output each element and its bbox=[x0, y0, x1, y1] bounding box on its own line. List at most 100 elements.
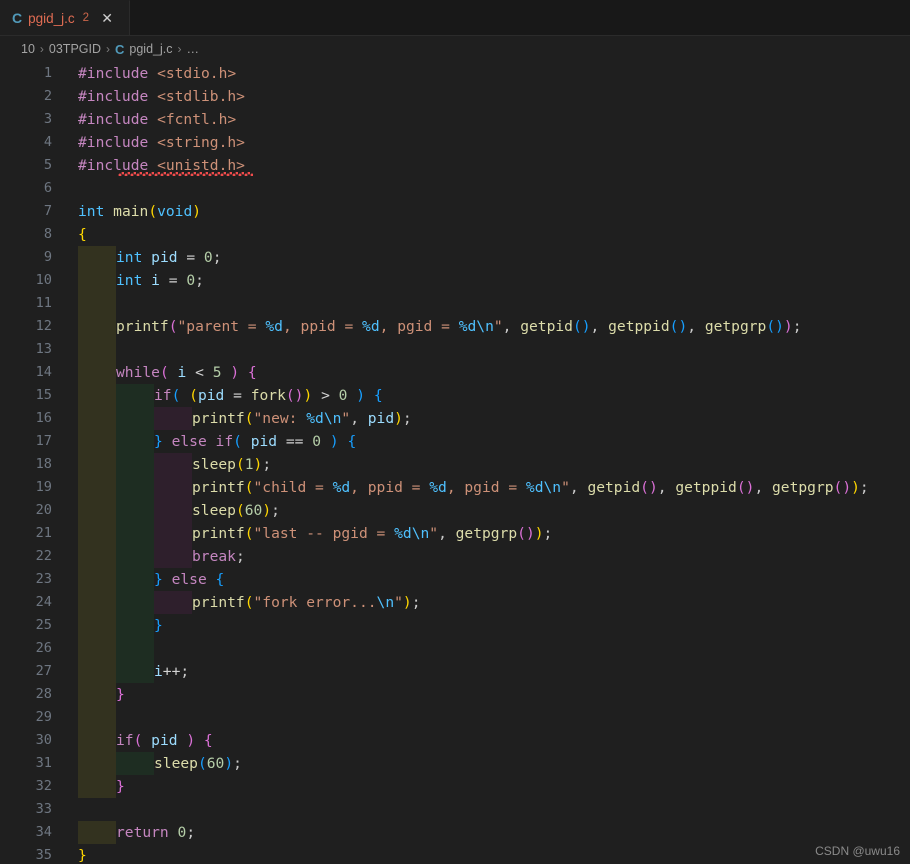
token: ; bbox=[233, 755, 242, 772]
code-line[interactable]: 5 #include <unistd.h> bbox=[0, 154, 910, 177]
indent-guide bbox=[78, 338, 116, 361]
code-line[interactable]: 28} bbox=[0, 683, 910, 706]
token: "last -- pgid = bbox=[253, 525, 395, 542]
code-line[interactable]: 27 i++; bbox=[0, 660, 910, 683]
code-line[interactable]: 13 bbox=[0, 338, 910, 361]
token: #include bbox=[78, 134, 158, 151]
token: ( bbox=[244, 479, 254, 496]
token: < bbox=[195, 364, 204, 381]
code-text: return 0; bbox=[116, 821, 195, 844]
code-line[interactable]: 11 bbox=[0, 292, 910, 315]
token: \n bbox=[323, 410, 342, 427]
indent-guide bbox=[116, 591, 154, 614]
token: getpid bbox=[587, 479, 641, 496]
token: ; bbox=[262, 456, 272, 473]
token: ; bbox=[186, 824, 196, 841]
code-line[interactable]: 9 int pid = 0; bbox=[0, 246, 910, 269]
token: , bbox=[687, 318, 705, 335]
code-line[interactable]: 7 int main(void) bbox=[0, 200, 910, 223]
code-line[interactable]: 4 #include <string.h> bbox=[0, 131, 910, 154]
line-number: 1 bbox=[43, 65, 52, 81]
token: ) bbox=[775, 318, 784, 335]
code-line[interactable]: 20 sleep(60); bbox=[0, 499, 910, 522]
token: ; bbox=[411, 594, 421, 611]
breadcrumb-item-folder-03tpgid[interactable]: 03TPGID bbox=[49, 42, 101, 56]
code-line[interactable]: 26 bbox=[0, 637, 910, 660]
token: int bbox=[78, 203, 105, 220]
token: "new: bbox=[253, 410, 307, 427]
code-text: printf("last -- pgid = %d\n", getpgrp())… bbox=[192, 522, 552, 545]
code-line[interactable]: 1 #include <stdio.h> bbox=[0, 62, 910, 85]
code-line[interactable]: 14 while( i < 5 ) { bbox=[0, 361, 910, 384]
code-line[interactable]: 12 printf("parent = %d, ppid = %d, pgid =… bbox=[0, 315, 910, 338]
breadcrumb-item-file[interactable]: pgid_j.c bbox=[129, 42, 172, 56]
token: ( bbox=[244, 410, 254, 427]
token: ) bbox=[581, 318, 591, 335]
close-icon[interactable]: ✕ bbox=[99, 11, 115, 25]
code-line[interactable]: 35} bbox=[0, 844, 910, 864]
token: ) bbox=[224, 755, 234, 772]
code-line[interactable]: 31 sleep(60); bbox=[0, 752, 910, 775]
code-line[interactable]: 3 #include <fcntl.h> bbox=[0, 108, 910, 131]
line-number: 34 bbox=[35, 824, 52, 840]
token: , bbox=[438, 525, 456, 542]
breadcrumb-item-symbols[interactable]: … bbox=[187, 42, 200, 56]
tab-pgid-j-c[interactable]: C pgid_j.c 2 ✕ bbox=[0, 0, 130, 35]
indent-guide bbox=[78, 361, 116, 384]
token: ) bbox=[648, 479, 658, 496]
indent-guide bbox=[116, 499, 154, 522]
token: "parent = bbox=[177, 318, 266, 335]
code-line[interactable]: 18 sleep(1); bbox=[0, 453, 910, 476]
token: if bbox=[154, 387, 172, 404]
code-line[interactable]: 6 bbox=[0, 177, 910, 200]
code-line[interactable]: 17} else if( pid == 0 ) { bbox=[0, 430, 910, 453]
code-line[interactable]: 2 #include <stdlib.h> bbox=[0, 85, 910, 108]
code-line[interactable]: 10 int i = 0; bbox=[0, 269, 910, 292]
code-line[interactable]: 16 printf("new: %d\n", pid); bbox=[0, 407, 910, 430]
line-number: 25 bbox=[35, 617, 52, 633]
code-line[interactable]: 25} bbox=[0, 614, 910, 637]
code-line[interactable]: 34 return 0; bbox=[0, 821, 910, 844]
token: i bbox=[151, 272, 160, 289]
indent-guide bbox=[78, 453, 116, 476]
code-line[interactable]: 32} bbox=[0, 775, 910, 798]
token: ; bbox=[402, 410, 412, 427]
code-text: if( (pid = fork()) > 0 ) { bbox=[154, 384, 383, 407]
code-line[interactable]: 30 if( pid ) { bbox=[0, 729, 910, 752]
code-line[interactable]: 19 printf("child = %d, ppid = %d, pgid = … bbox=[0, 476, 910, 499]
tab-bar-empty-area bbox=[130, 0, 910, 35]
token: if bbox=[116, 732, 134, 749]
code-line[interactable]: 21 printf("last -- pgid = %d\n", getpgrp(… bbox=[0, 522, 910, 545]
code-line[interactable]: 29 bbox=[0, 706, 910, 729]
token: ) bbox=[329, 433, 339, 450]
code-line[interactable]: 33 bbox=[0, 798, 910, 821]
indent-guide bbox=[154, 476, 192, 499]
token: } bbox=[78, 847, 87, 864]
breadcrumb-item-folder-10[interactable]: 10 bbox=[21, 42, 35, 56]
token: getpid bbox=[520, 318, 573, 335]
code-line[interactable]: 24 printf("fork error...\n"); bbox=[0, 591, 910, 614]
code-line[interactable]: 23} else { bbox=[0, 568, 910, 591]
token: ( bbox=[244, 594, 254, 611]
code-editor[interactable]: 1 #include <stdio.h> 2 #include <stdlib.h> 3… bbox=[0, 62, 910, 864]
line-number: 6 bbox=[43, 180, 52, 196]
line-number: 14 bbox=[35, 364, 52, 380]
token: == bbox=[285, 433, 304, 450]
token: ++ bbox=[162, 663, 181, 680]
token: " bbox=[493, 318, 503, 335]
code-line[interactable]: 8{ bbox=[0, 223, 910, 246]
token: ( bbox=[233, 433, 242, 450]
code-text: } else if( pid == 0 ) { bbox=[154, 430, 356, 453]
token: ) bbox=[842, 479, 852, 496]
indent-guide bbox=[116, 384, 154, 407]
code-text: printf("new: %d\n", pid); bbox=[192, 407, 412, 430]
token: ( bbox=[736, 479, 746, 496]
code-line[interactable]: 15 if( (pid = fork()) > 0 ) { bbox=[0, 384, 910, 407]
code-line[interactable]: 22 break; bbox=[0, 545, 910, 568]
